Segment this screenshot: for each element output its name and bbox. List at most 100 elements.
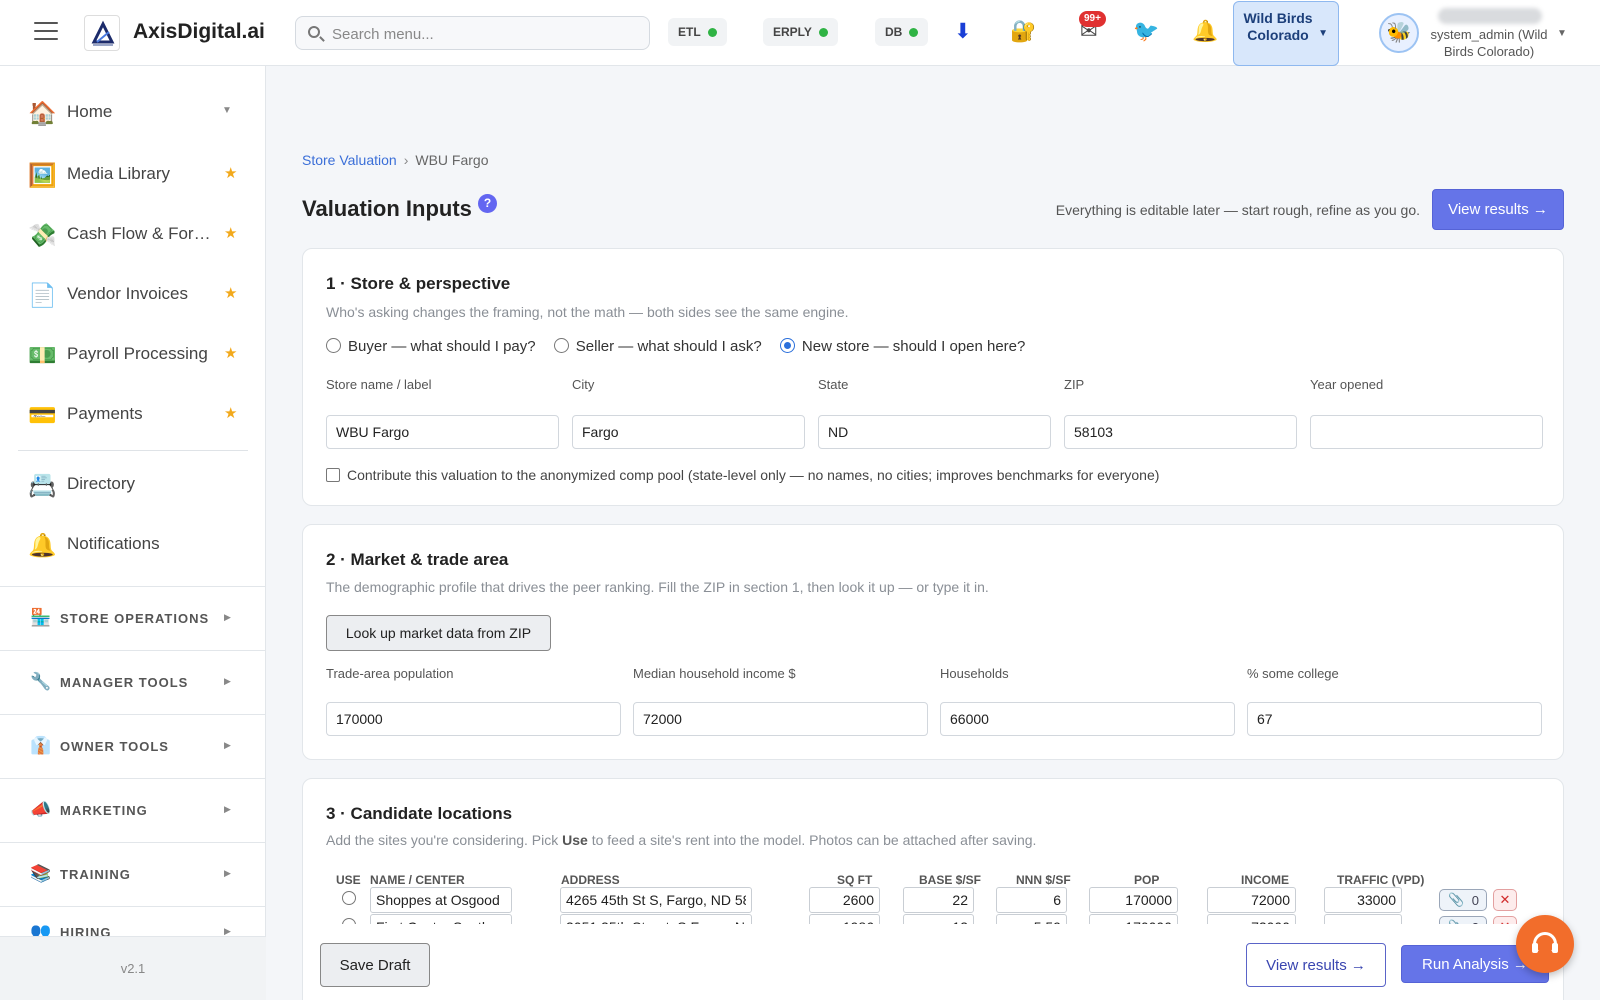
chevron-right-icon: ▶ (224, 676, 231, 686)
chevron-right-icon: ▶ (224, 804, 231, 814)
menu-icon[interactable] (34, 22, 58, 42)
sidebar-section-store-operations[interactable]: 🏪 STORE OPERATIONS ▶ (0, 586, 266, 650)
radio-label: Seller — what should I ask? (575, 338, 762, 355)
sqft-input[interactable] (809, 887, 880, 913)
search-box[interactable] (295, 16, 650, 50)
sidebar-item-media-library[interactable]: 🖼️ Media Library ★ (0, 150, 266, 200)
perspective-buyer[interactable]: Buyer — what should I pay? (326, 338, 536, 355)
chevron-right-icon: ▶ (224, 868, 231, 878)
sidebar-item-label: Media Library (67, 164, 170, 183)
state-input[interactable] (818, 415, 1051, 449)
col-sqft: SQ FT (837, 873, 873, 887)
sidebar-item-payroll[interactable]: 💵 Payroll Processing ★ (0, 330, 266, 380)
median-income-input[interactable] (633, 702, 928, 736)
delete-row-button[interactable]: ✕ (1493, 889, 1517, 911)
nnn-input[interactable] (996, 887, 1067, 913)
city-label: City (572, 377, 595, 392)
user-name-redacted (1438, 8, 1542, 24)
year-opened-input[interactable] (1310, 415, 1543, 449)
sidebar-item-notifications[interactable]: 🔔 Notifications (0, 520, 266, 570)
lock-icon[interactable]: 🔐 (1010, 18, 1036, 46)
search-input[interactable] (332, 23, 632, 45)
dollar-bill-icon: 💵 (28, 342, 57, 368)
view-results-bottom-button[interactable]: View results → (1246, 943, 1386, 987)
sidebar-item-label: Directory (67, 474, 136, 493)
support-chat-button[interactable] (1516, 915, 1574, 973)
sidebar-section-manager-tools[interactable]: 🔧 MANAGER TOOLS ▶ (0, 650, 266, 714)
star-icon[interactable]: ★ (224, 404, 237, 422)
sidebar-item-payments[interactable]: 💳 Payments ★ (0, 390, 266, 440)
attach-photos-button[interactable]: 📎 0 (1439, 889, 1487, 911)
desc-text: to feed a site's rent into the model. Ph… (587, 832, 1037, 848)
view-results-button[interactable]: View results → (1432, 189, 1564, 230)
sidebar-item-home[interactable]: 🏠 Home ▼ (0, 88, 266, 138)
sidebar-section-owner-tools[interactable]: 👔 OWNER TOOLS ▶ (0, 714, 266, 778)
bird-icon[interactable]: 🐦 (1133, 18, 1159, 46)
star-icon[interactable]: ★ (224, 344, 237, 362)
year-opened-label: Year opened (1310, 377, 1384, 392)
income-input[interactable] (1207, 887, 1296, 913)
sidebar-section-training[interactable]: 📚 TRAINING ▶ (0, 842, 266, 906)
some-college-input[interactable] (1247, 702, 1542, 736)
col-base: BASE $/SF (919, 873, 982, 887)
sidebar-item-directory[interactable]: 📇 Directory (0, 460, 266, 510)
star-icon[interactable]: ★ (224, 164, 237, 182)
erply-status[interactable]: ERPLY (763, 18, 838, 46)
sidebar-item-vendor-invoices[interactable]: 📄 Vendor Invoices ★ (0, 270, 266, 320)
db-status-label: DB (885, 25, 903, 39)
save-draft-button[interactable]: Save Draft (320, 943, 430, 987)
radio-button-selected[interactable] (779, 338, 795, 353)
checkbox-label: Contribute this valuation to the anonymi… (347, 467, 1160, 483)
search-icon (308, 26, 320, 38)
perspective-seller[interactable]: Seller — what should I ask? (553, 338, 762, 355)
city-input[interactable] (572, 415, 805, 449)
store-name-label: Store name / label (326, 377, 432, 392)
bell-icon[interactable]: 🔔 (1192, 18, 1218, 46)
download-icon[interactable]: ⬇ (954, 18, 972, 46)
money-wings-icon: 💸 (28, 222, 57, 248)
checkbox[interactable] (326, 468, 340, 482)
section-description: Who's asking changes the framing, not th… (326, 304, 849, 320)
db-status[interactable]: DB (875, 18, 929, 46)
star-icon[interactable]: ★ (224, 224, 237, 242)
households-input[interactable] (940, 702, 1235, 736)
avatar[interactable]: 🐝 (1379, 13, 1419, 53)
sidebar-section-label: TRAINING (60, 867, 131, 882)
sidebar-section-label: MANAGER TOOLS (60, 675, 189, 690)
sidebar-section-marketing[interactable]: 📣 MARKETING ▶ (0, 778, 266, 842)
use-site-radio[interactable] (342, 891, 356, 905)
col-address: ADDRESS (561, 873, 620, 887)
radio-button[interactable] (326, 338, 341, 353)
lookup-market-data-button[interactable]: Look up market data from ZIP (326, 615, 551, 651)
col-use: USE (336, 873, 361, 887)
store-icon: 🏪 (30, 608, 52, 627)
radio-button[interactable] (553, 338, 569, 353)
perspective-new-store[interactable]: New store — should I open here? (779, 338, 1025, 355)
star-icon[interactable]: ★ (224, 284, 237, 302)
site-name-input[interactable] (370, 887, 512, 913)
headset-icon-ear (1552, 943, 1558, 953)
base-rent-input[interactable] (903, 887, 974, 913)
help-icon[interactable]: ? (478, 194, 497, 213)
zip-input[interactable] (1064, 415, 1297, 449)
necktie-icon: 👔 (30, 736, 52, 755)
sidebar-item-label: Cash Flow & Forecast (67, 224, 212, 243)
population-input[interactable] (326, 702, 621, 736)
contribute-comp-pool[interactable]: Contribute this valuation to the anonymi… (326, 467, 1159, 483)
org-selector[interactable]: Wild Birds Colorado ▼ (1233, 1, 1339, 66)
pop-input[interactable] (1089, 887, 1178, 913)
market-trade-area-card: 2 · Market & trade area The demographic … (302, 524, 1564, 760)
sidebar-section-hiring[interactable]: 👥 HIRING ▶ (0, 906, 266, 936)
sidebar-item-label: Home (67, 102, 113, 121)
sidebar-section-label: HIRING (60, 925, 112, 936)
traffic-input[interactable] (1324, 887, 1402, 913)
user-menu-chevron-icon[interactable]: ▼ (1557, 28, 1567, 39)
logo[interactable] (84, 15, 120, 51)
store-name-input[interactable] (326, 415, 559, 449)
site-address-input[interactable] (560, 887, 752, 913)
breadcrumb-store-valuation[interactable]: Store Valuation (302, 152, 397, 168)
sidebar-item-cash-flow[interactable]: 💸 Cash Flow & Forecast ★ (0, 210, 266, 260)
desc-bold: Use (562, 832, 588, 848)
breadcrumb: Store Valuation › WBU Fargo (302, 152, 489, 168)
etl-status[interactable]: ETL (668, 18, 727, 46)
